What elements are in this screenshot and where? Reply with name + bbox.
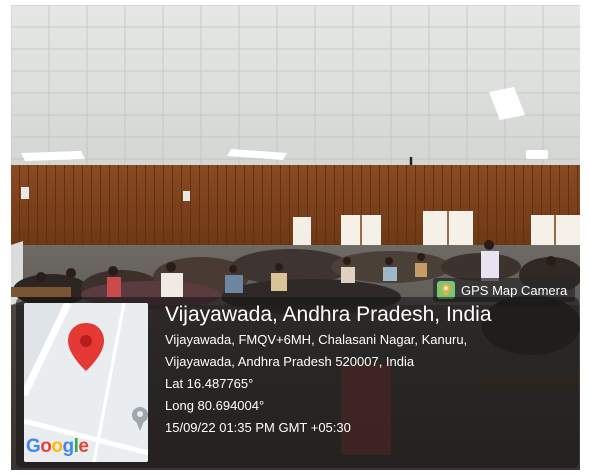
latitude: Lat 16.487765° (165, 376, 254, 391)
address-line-1: Vijayawada, FMQV+6MH, Chalasani Nagar, K… (165, 332, 468, 347)
timestamp: 15/09/22 01:35 PM GMT +05:30 (165, 420, 351, 435)
google-logo-letter-o1: o (40, 436, 52, 457)
google-logo-letter-g: G (26, 436, 41, 457)
location-overlay: Google Vijayawada, Andhra Pradesh, India… (16, 297, 579, 468)
photo-frame: GPS Map Camera Google Vijayawada, Andhra… (11, 5, 580, 470)
google-logo-letter-e: e (78, 436, 89, 457)
google-logo-letter-o2: o (51, 436, 63, 457)
location-info: Vijayawada, Andhra Pradesh, India Vijaya… (165, 301, 492, 439)
address-line-2: Vijayawada, Andhra Pradesh 520007, India (165, 354, 415, 369)
longitude: Long 80.694004° (165, 398, 265, 413)
map-thumbnail: Google (24, 303, 148, 462)
google-logo: Google (26, 436, 89, 458)
google-logo-letter-g2: g (62, 436, 75, 457)
badge-label: GPS Map Camera (461, 282, 568, 298)
location-title: Vijayawada, Andhra Pradesh, India (165, 303, 492, 326)
